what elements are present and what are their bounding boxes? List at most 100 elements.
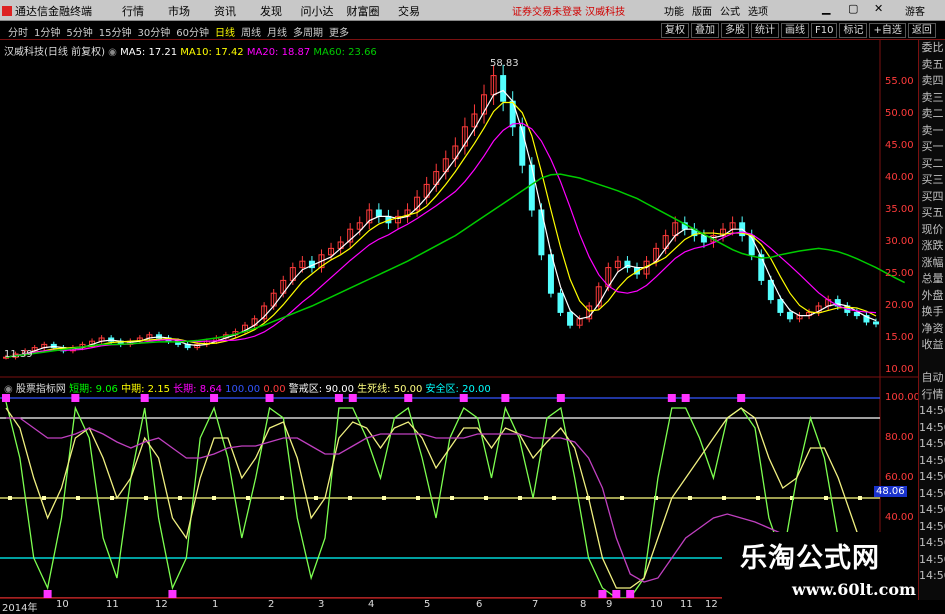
life-dot bbox=[280, 496, 284, 500]
period-tab[interactable]: 15分钟 bbox=[99, 24, 132, 39]
ma20-line bbox=[5, 122, 877, 358]
life-dot bbox=[382, 496, 386, 500]
kline-chart[interactable] bbox=[0, 40, 918, 600]
period-tab[interactable]: 5分钟 bbox=[66, 24, 92, 39]
mid-value: 中期: 2.15 bbox=[121, 384, 170, 395]
indicator-tick: 100.00 bbox=[885, 392, 920, 403]
quote-field: 委比 bbox=[921, 41, 944, 54]
menu-formula[interactable]: 公式 bbox=[720, 3, 740, 18]
top-marker bbox=[404, 394, 413, 402]
overlay-button[interactable]: 叠加 bbox=[691, 23, 719, 38]
life-dot bbox=[824, 496, 828, 500]
lower-value: 0.00 bbox=[263, 384, 286, 395]
watermark-url: www.60lt.com bbox=[792, 580, 916, 599]
quote-field: 卖二 bbox=[921, 107, 944, 120]
life-dot bbox=[450, 496, 454, 500]
close-icon[interactable]: ✕ bbox=[874, 2, 883, 15]
life-dot bbox=[756, 496, 760, 500]
date-tick: 1 bbox=[212, 599, 219, 610]
date-tick: 10 bbox=[650, 599, 663, 610]
life-value: 生死线: 50.00 bbox=[357, 384, 423, 395]
quote-field: 现价 bbox=[921, 222, 944, 236]
top-marker bbox=[667, 394, 676, 402]
menu-item[interactable]: 市场 bbox=[156, 3, 202, 19]
period-tab[interactable]: 更多 bbox=[329, 24, 349, 39]
statistics-button[interactable]: 统计 bbox=[751, 23, 779, 38]
period-tab[interactable]: 1分钟 bbox=[34, 24, 60, 39]
life-dot bbox=[620, 496, 624, 500]
life-dot bbox=[858, 496, 862, 500]
quote-field: 自动 bbox=[921, 371, 944, 384]
menu-item[interactable]: 发现 bbox=[248, 3, 294, 19]
guest-label[interactable]: 游客 bbox=[905, 3, 925, 18]
indicator-name[interactable]: 股票指标网 bbox=[16, 384, 66, 395]
short-value: 短期: 9.06 bbox=[69, 384, 118, 395]
menu-function[interactable]: 功能 bbox=[664, 3, 684, 18]
date-tick: 2 bbox=[268, 599, 275, 610]
menu-item[interactable]: 交易 bbox=[386, 3, 432, 19]
multi-stock-button[interactable]: 多股 bbox=[721, 23, 749, 38]
quote-field: 外盘 bbox=[921, 288, 944, 302]
candle bbox=[786, 311, 793, 320]
mark-button[interactable]: 标记 bbox=[839, 23, 868, 38]
date-tick: 3 bbox=[318, 599, 325, 610]
date-tick: 12 bbox=[155, 599, 168, 610]
quote-field: 换手 bbox=[921, 305, 944, 318]
back-button[interactable]: 返回 bbox=[907, 23, 936, 38]
menu-layout[interactable]: 版面 bbox=[692, 3, 712, 18]
app-title-text: 通达信金融终端 bbox=[15, 5, 92, 18]
top-marker bbox=[140, 394, 149, 402]
bottom-marker bbox=[612, 590, 621, 598]
life-dot bbox=[314, 496, 318, 500]
login-notice[interactable]: 证券交易未登录 汉威科技 bbox=[512, 3, 625, 18]
period-tab[interactable]: 分时 bbox=[8, 24, 28, 39]
f10-button[interactable]: F10 bbox=[811, 23, 838, 38]
gear-icon[interactable]: ◉ bbox=[4, 384, 13, 395]
indicator-tick: 40.00 bbox=[885, 512, 914, 523]
draw-line-button[interactable]: 画线 bbox=[781, 23, 809, 38]
gear-icon[interactable]: ◉ bbox=[108, 47, 117, 58]
period-tab[interactable]: 月线 bbox=[267, 24, 287, 39]
period-tab[interactable]: 日线 bbox=[215, 24, 235, 39]
candle bbox=[375, 209, 382, 217]
top-marker bbox=[459, 394, 468, 402]
date-tick: 5 bbox=[424, 599, 431, 610]
quote-field: 卖五 bbox=[921, 57, 944, 71]
quote-field: 买四 bbox=[921, 189, 944, 203]
date-tick: 11 bbox=[680, 599, 693, 610]
quote-field: 14:50 bbox=[919, 404, 945, 417]
menu-item[interactable]: 问小达 bbox=[294, 3, 340, 19]
bottom-marker bbox=[598, 590, 607, 598]
price-tick: 35.00 bbox=[885, 204, 914, 215]
top-marker bbox=[2, 394, 10, 402]
stock-name[interactable]: 汉威科技(日线 前复权) bbox=[4, 47, 105, 58]
price-tick: 50.00 bbox=[885, 108, 914, 119]
indicator-tick: 80.00 bbox=[885, 432, 914, 443]
low-label: 11.39 bbox=[4, 349, 33, 360]
chart-area[interactable] bbox=[0, 40, 918, 600]
quote-field: 14:50 bbox=[919, 420, 945, 434]
date-tick: 12 bbox=[705, 599, 718, 610]
life-dot bbox=[212, 496, 216, 500]
quote-field: 14:50 bbox=[919, 453, 945, 467]
period-tab[interactable]: 60分钟 bbox=[176, 24, 209, 39]
minimize-icon[interactable]: ▁ bbox=[822, 2, 830, 15]
date-tick: 9 bbox=[606, 599, 613, 610]
period-tab[interactable]: 周线 bbox=[241, 24, 261, 39]
menu-item[interactable]: 财富圈 bbox=[340, 3, 386, 19]
period-tab[interactable]: 多周期 bbox=[293, 24, 323, 39]
menu-options[interactable]: 选项 bbox=[748, 3, 768, 18]
adjust-button[interactable]: 复权 bbox=[661, 23, 689, 38]
quote-field: 14:50 bbox=[919, 470, 945, 483]
period-tab[interactable]: 30分钟 bbox=[137, 24, 170, 39]
menu-item[interactable]: 行情 bbox=[110, 3, 156, 19]
menu-item[interactable]: 资讯 bbox=[202, 3, 248, 19]
maximize-icon[interactable]: ▢ bbox=[848, 2, 858, 15]
add-watchlist-button[interactable]: +自选 bbox=[869, 23, 906, 38]
alarm-value: 警戒区: 90.00 bbox=[288, 384, 354, 395]
life-dot bbox=[178, 496, 182, 500]
life-dot bbox=[518, 496, 522, 500]
quote-field: 卖一 bbox=[921, 123, 944, 137]
life-dot bbox=[552, 496, 556, 500]
top-marker bbox=[348, 394, 357, 402]
